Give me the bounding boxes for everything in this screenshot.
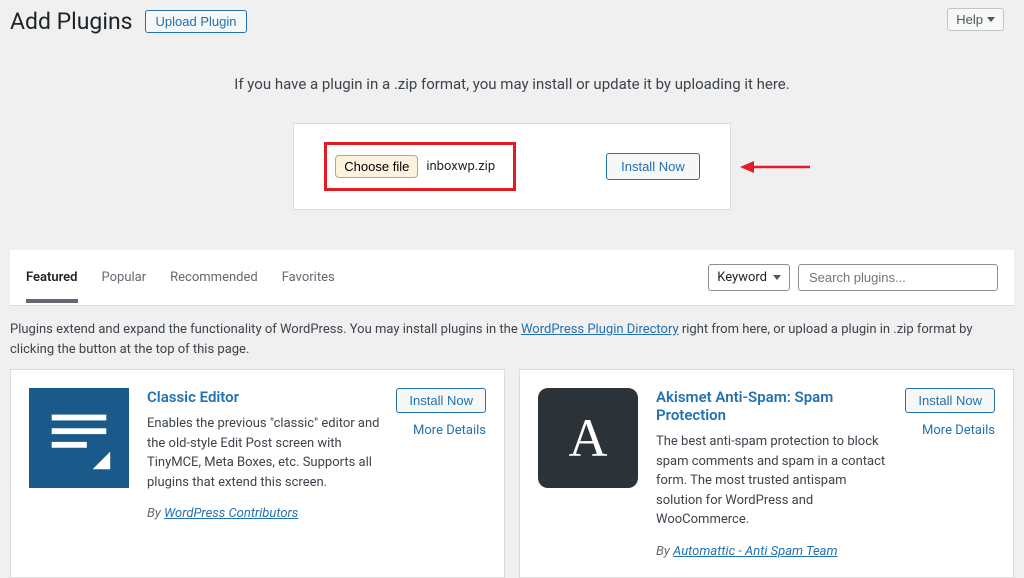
plugin-author-link[interactable]: Automattic - Anti Spam Team [673, 544, 838, 559]
help-label: Help [956, 12, 983, 27]
filter-bar: Featured Popular Recommended Favorites K… [10, 250, 1014, 306]
more-details-link[interactable]: More Details [922, 423, 995, 438]
search-input[interactable] [798, 264, 998, 291]
plugin-directory-link[interactable]: WordPress Plugin Directory [521, 322, 679, 337]
filter-tabs: Featured Popular Recommended Favorites [26, 252, 335, 303]
search-type-label: Keyword [717, 270, 767, 285]
selected-filename: inboxwp.zip [426, 159, 495, 174]
install-now-button[interactable]: Install Now [606, 153, 700, 180]
plugin-author-link[interactable]: WordPress Contributors [164, 506, 298, 521]
info-text: Plugins extend and expand the functional… [0, 306, 1024, 369]
page-title: Add Plugins [10, 8, 133, 35]
choose-file-button[interactable]: Choose file [335, 155, 418, 178]
plugin-card: A Akismet Anti-Spam: Spam Protection The… [519, 369, 1014, 578]
plugin-card: Classic Editor Enables the previous "cla… [10, 369, 505, 578]
tab-recommended[interactable]: Recommended [170, 252, 258, 303]
file-picker-highlight: Choose file inboxwp.zip [324, 142, 516, 191]
plugin-author: By WordPress Contributors [147, 506, 384, 521]
plugin-description: The best anti-spam protection to block s… [656, 432, 893, 530]
annotation-arrow-icon [740, 159, 810, 175]
upload-plugin-button[interactable]: Upload Plugin [145, 10, 248, 33]
akismet-icon: A [538, 388, 638, 488]
tab-featured[interactable]: Featured [26, 252, 78, 303]
tab-popular[interactable]: Popular [102, 252, 147, 303]
upload-form: Choose file inboxwp.zip Install Now [293, 123, 730, 210]
more-details-link[interactable]: More Details [413, 423, 486, 438]
plugin-title-link[interactable]: Classic Editor [147, 388, 384, 406]
caret-down-icon [987, 17, 995, 22]
upload-description: If you have a plugin in a .zip format, y… [0, 75, 1024, 93]
help-button[interactable]: Help [947, 8, 1004, 31]
plugin-author: By Automattic - Anti Spam Team [656, 544, 893, 559]
classic-editor-icon [29, 388, 129, 488]
search-type-select[interactable]: Keyword [708, 264, 790, 291]
plugin-description: Enables the previous "classic" editor an… [147, 414, 384, 492]
akismet-letter: A [569, 407, 608, 469]
chevron-down-icon [773, 275, 781, 280]
install-plugin-button[interactable]: Install Now [905, 388, 995, 413]
install-plugin-button[interactable]: Install Now [396, 388, 486, 413]
info-prefix: Plugins extend and expand the functional… [10, 322, 521, 337]
tab-favorites[interactable]: Favorites [282, 252, 335, 303]
plugin-title-link[interactable]: Akismet Anti-Spam: Spam Protection [656, 388, 893, 424]
